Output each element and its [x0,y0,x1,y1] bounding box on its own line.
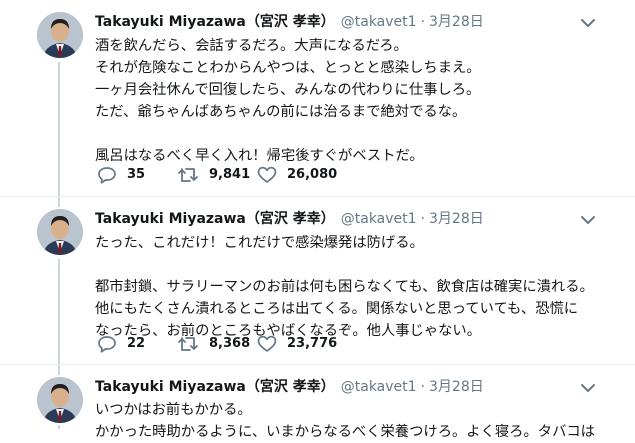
avatar-image [37,209,83,255]
retweet-button[interactable]: 9,841 [177,165,250,185]
tweet-text-line: 一ヶ月会社休んで回復したら、みんなの代わりに仕事しろ。 [95,82,481,98]
heart-icon [257,166,277,183]
tweet-1[interactable]: Takayuki Miyazawa（宮沢 孝幸） @takavet1 · 3月28日 … [0,0,635,196]
tweet-3[interactable]: Takayuki Miyazawa（宮沢 孝幸） @takavet1 · 3月28日 … [0,365,635,440]
user-name[interactable]: Takayuki Miyazawa（宮沢 孝幸） [95,379,335,395]
like-button[interactable]: 23,776 [257,334,337,354]
retweet-count: 8,368 [209,336,251,351]
tweet-2[interactable]: Takayuki Miyazawa（宮沢 孝幸） @takavet1 · 3月28日 … [0,197,635,364]
tweet-text-line: いつかはお前もかかる。 [95,402,252,418]
reply-count: 22 [127,336,146,351]
tweet-header: Takayuki Miyazawa（宮沢 孝幸） @takavet1 · 3月28日 [95,209,484,229]
user-name[interactable]: Takayuki Miyazawa（宮沢 孝幸） [95,14,335,30]
like-count: 23,776 [287,336,338,351]
reply-count: 35 [127,167,146,182]
avatar-image [37,377,83,423]
tweet-text-line: たった、これだけ！これだけで感染爆発は防げる。 [95,235,424,251]
tweet-text-line: なったら、お前のところもやばくなるぞ。他人事じゃない。 [95,323,482,339]
thread-line [58,425,60,429]
reply-icon [98,167,116,184]
thread-line [58,62,60,196]
chevron-down-icon[interactable] [579,379,597,397]
retweet-count: 9,841 [209,167,251,182]
separator-dot: · [420,211,426,227]
tweet-text-line: 風呂はなるべく早く入れ！帰宅後すぐがベストだ。 [95,148,424,164]
retweet-button[interactable]: 8,368 [177,334,250,354]
user-handle[interactable]: @takavet1 [341,379,417,395]
avatar[interactable] [37,377,83,423]
tweet-text-line [95,254,615,276]
heart-icon [257,335,277,352]
tweet-text-line [95,123,615,145]
chevron-down-icon[interactable] [579,14,597,32]
reply-button[interactable]: 22 [97,334,145,354]
tweet-text-line: 都市封鎖、サラリーマンのお前は何も困らなくても、飲食店は確実に潰れる。 [95,279,594,295]
retweet-icon [178,168,198,182]
tweet-text: たった、これだけ！これだけで感染爆発は防げる。 都市封鎖、サラリーマンのお前は何… [95,232,615,342]
retweet-icon [178,337,198,351]
user-handle[interactable]: @takavet1 [341,14,417,30]
reply-button[interactable]: 35 [97,165,145,185]
tweet-date[interactable]: 3月28日 [429,14,484,30]
tweet-text: 酒を飲んだら、会話するだろ。大声になるだろ。 それが危険なことわからんやつは、と… [95,35,615,167]
tweet-text: いつかはお前もかかる。 かかった時助かるように、いまからなるべく栄養つけろ。よく… [95,399,615,443]
tweet-text-line: ただ、爺ちゃんばあちゃんの前には治るまで絶対でるな。 [95,104,467,120]
tweet-date[interactable]: 3月28日 [429,379,484,395]
separator-dot: · [420,379,426,395]
avatar[interactable] [37,12,83,58]
tweet-header: Takayuki Miyazawa（宮沢 孝幸） @takavet1 · 3月28日 [95,12,484,32]
chevron-down-icon[interactable] [579,211,597,229]
thread-line [58,365,60,375]
avatar[interactable] [37,209,83,255]
user-name[interactable]: Takayuki Miyazawa（宮沢 孝幸） [95,211,335,227]
user-handle[interactable]: @takavet1 [341,211,417,227]
reply-icon [98,336,116,353]
tweet-text-line: 酒を飲んだら、会話するだろ。大声になるだろ。 [95,38,408,54]
thread-line [58,197,60,207]
separator-dot: · [420,14,426,30]
tweet-date[interactable]: 3月28日 [429,211,484,227]
avatar-image [37,12,83,58]
tweet-text-line: 他にもたくさん潰れるところは出てくる。関係ないと思っていても、恐慌に [95,301,579,317]
thread-line [58,259,60,364]
tweet-header: Takayuki Miyazawa（宮沢 孝幸） @takavet1 · 3月28日 [95,377,484,397]
tweet-text-line: かかった時助かるように、いまからなるべく栄養つけろ。よく寝ろ。タバコは [95,424,595,440]
like-button[interactable]: 26,080 [257,165,337,185]
tweet-text-line: それが危険なことわからんやつは、とっとと感染しちまえ。 [95,60,481,76]
like-count: 26,080 [287,167,338,182]
